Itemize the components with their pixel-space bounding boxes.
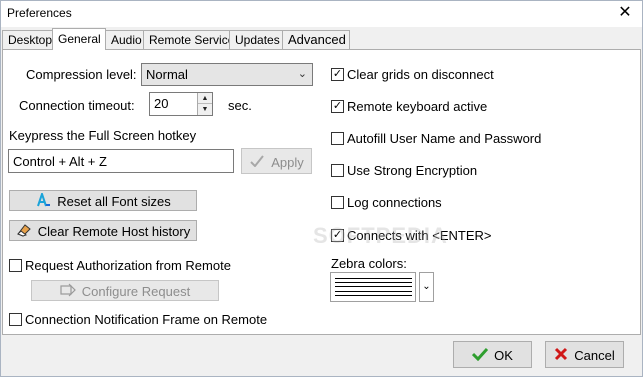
strong-encryption-label: Use Strong Encryption xyxy=(347,163,478,178)
apply-label: Apply xyxy=(271,155,304,171)
configure-request-button[interactable]: Configure Request xyxy=(31,280,219,301)
remote-keyboard-checkbox[interactable] xyxy=(331,100,344,113)
chevron-down-icon: ⌄ xyxy=(297,68,307,80)
stepper-buttons: ▲ ▼ xyxy=(197,93,212,115)
title-bar: Preferences ✕ xyxy=(1,1,642,27)
reset-font-sizes-button[interactable]: Reset all Font sizes xyxy=(9,190,197,211)
zebra-line xyxy=(335,278,412,279)
zebra-line xyxy=(335,286,412,287)
clear-remote-history-button[interactable]: Clear Remote Host history xyxy=(9,220,197,241)
configure-request-label: Configure Request xyxy=(81,284,191,300)
timeout-label: Connection timeout: xyxy=(19,98,135,113)
request-authorization-checkbox[interactable] xyxy=(9,259,22,272)
zebra-line xyxy=(335,295,412,296)
configure-icon xyxy=(60,283,76,300)
timeout-unit: sec. xyxy=(228,98,252,113)
tab-remote-service[interactable]: Remote Service xyxy=(143,30,234,50)
apply-button[interactable]: Apply xyxy=(241,148,312,174)
zebra-colors-select[interactable]: ⌄ xyxy=(330,272,434,302)
ok-button[interactable]: OK xyxy=(453,341,532,368)
log-connections-checkbox[interactable] xyxy=(331,196,344,209)
autofill-label: Autofill User Name and Password xyxy=(347,131,542,146)
notification-frame-label: Connection Notification Frame on Remote xyxy=(25,312,268,327)
request-authorization-label: Request Authorization from Remote xyxy=(25,258,231,273)
zebra-colors-label: Zebra colors: xyxy=(331,256,407,271)
window-title: Preferences xyxy=(7,6,72,20)
compression-value: Normal xyxy=(146,67,188,82)
hotkey-input[interactable] xyxy=(9,150,233,172)
strong-encryption-checkbox[interactable] xyxy=(331,164,344,177)
timeout-stepper[interactable]: 20 ▲ ▼ xyxy=(149,92,213,116)
compression-level-select[interactable]: Normal ⌄ xyxy=(141,63,313,86)
hotkey-field[interactable] xyxy=(8,149,234,173)
notification-frame-checkbox[interactable] xyxy=(9,313,22,326)
zebra-preview xyxy=(330,272,416,302)
font-size-icon xyxy=(35,190,51,210)
ok-label: OK xyxy=(494,348,513,364)
tab-audio[interactable]: Audio xyxy=(105,30,144,50)
timeout-value: 20 xyxy=(154,96,169,111)
checkmark-icon xyxy=(249,155,265,170)
stepper-up-icon[interactable]: ▲ xyxy=(198,93,212,104)
hotkey-heading: Keypress the Full Screen hotkey xyxy=(9,128,197,143)
close-icon[interactable]: ✕ xyxy=(608,1,642,27)
cancel-button[interactable]: Cancel xyxy=(545,341,624,368)
cancel-label: Cancel xyxy=(574,348,615,364)
watermark: SOFTPEDIA xyxy=(313,223,448,248)
zebra-line xyxy=(335,291,412,292)
stepper-down-icon[interactable]: ▼ xyxy=(198,104,212,115)
remote-keyboard-label: Remote keyboard active xyxy=(347,99,488,114)
reset-font-sizes-label: Reset all Font sizes xyxy=(57,194,171,210)
cancel-x-icon xyxy=(554,347,568,364)
chevron-down-icon[interactable]: ⌄ xyxy=(419,272,434,302)
tab-advanced[interactable]: Advanced xyxy=(282,30,350,50)
tab-updates[interactable]: Updates xyxy=(229,30,283,50)
tab-desktop[interactable]: Desktop xyxy=(2,30,53,50)
clear-remote-history-label: Clear Remote Host history xyxy=(37,224,191,240)
preferences-window: Preferences ✕ Desktop General Audio Remo… xyxy=(0,0,643,377)
clear-grids-label: Clear grids on disconnect xyxy=(347,67,494,82)
clear-grids-checkbox[interactable] xyxy=(331,68,344,81)
zebra-line xyxy=(335,282,412,283)
autofill-checkbox[interactable] xyxy=(331,132,344,145)
checkmark-icon xyxy=(472,347,489,364)
compression-label: Compression level: xyxy=(26,67,137,82)
eraser-icon xyxy=(16,223,32,240)
log-connections-label: Log connections xyxy=(347,195,442,210)
tab-general[interactable]: General xyxy=(52,28,106,50)
